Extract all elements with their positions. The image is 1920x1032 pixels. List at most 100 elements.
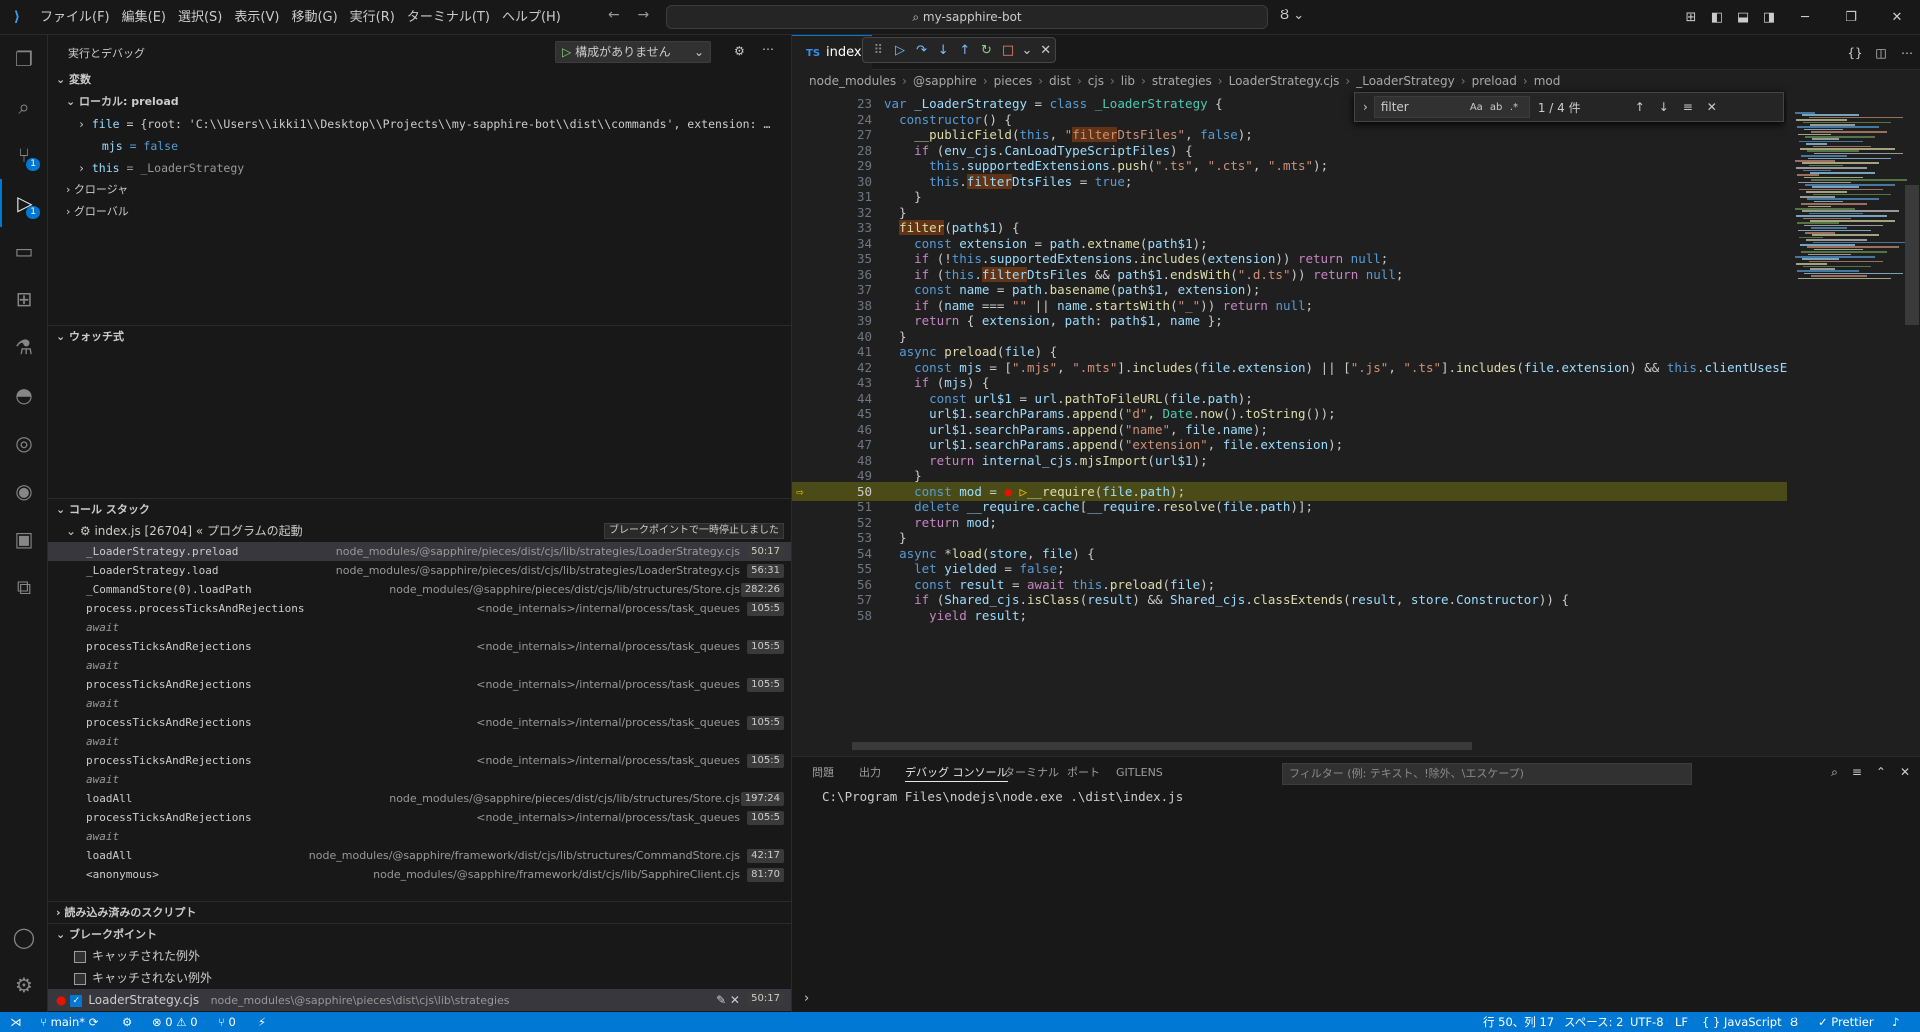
breadcrumb-item[interactable]: lib [1121,74,1135,88]
toggle-replace-chevron-icon[interactable]: › [1363,100,1368,114]
continue-icon[interactable]: ▷ [891,43,910,58]
bp-loader-strategy[interactable]: ● ✓ LoaderStrategy.cjs node_modules\@sapp… [48,989,791,1011]
language-mode[interactable]: { } JavaScript [1702,1012,1782,1032]
menu-file[interactable]: ファイル(F) [34,0,116,35]
close-toolbar-icon[interactable]: ✕ [1036,43,1055,58]
step-over-icon[interactable]: ↷ [912,43,931,58]
variables-section-header[interactable]: ⌄ 変数 [48,69,791,91]
clear-console-icon[interactable]: ≡ [1852,765,1862,780]
prettier-status[interactable]: ✓ Prettier [1818,1012,1874,1032]
breadcrumb-item[interactable]: _LoaderStrategy [1356,74,1455,88]
copilot-status-icon[interactable]: Ȣ [1790,1012,1798,1032]
minimap[interactable] [1787,92,1911,700]
breadcrumb-item[interactable]: dist [1049,74,1071,88]
gitlens-inspect-icon[interactable]: ◉ [0,467,48,515]
loaded-scripts-header[interactable]: › 読み込み済みのスクリプト [48,901,791,923]
breadcrumb-item[interactable]: cjs [1088,74,1104,88]
tab-output[interactable]: 出力 [859,765,881,781]
search-icon[interactable]: ⌕ [1831,765,1838,780]
bp-uncaught-exceptions[interactable]: キャッチされない例外 [48,967,791,989]
testing-icon[interactable]: ⚗ [0,323,48,371]
code-line[interactable]: 58 yield result; [792,606,1787,625]
stop-icon[interactable]: □ [999,43,1018,58]
breadcrumb-item[interactable]: pieces [994,74,1033,88]
search-view-icon[interactable]: ⌕ [0,83,48,131]
callstack-frame[interactable]: processTicksAndRejections <node_internals… [48,713,791,732]
debug-launch-icon[interactable]: ⚡ [258,1012,266,1032]
checkbox-checked[interactable]: ✓ [70,994,83,1007]
remote-explorer-icon[interactable]: ▭ [0,227,48,275]
customize-layout-icon[interactable]: ⊞ [1678,10,1704,25]
more-actions-icon[interactable]: ⋯ [1894,46,1920,60]
checkbox[interactable] [74,972,86,985]
chevron-down-icon[interactable]: ⌄ [1020,43,1033,58]
tab-debug-console[interactable]: デバッグ コンソール [905,765,1008,782]
tab-ports[interactable]: ポート [1067,765,1100,781]
menu-selection[interactable]: 選択(S) [172,0,228,35]
callstack-frame[interactable]: _LoaderStrategy.load node_modules/@sapphi… [48,561,791,580]
account-icon[interactable]: ◯ [0,913,48,961]
callstack-frame[interactable]: loadAll node_modules/@sapphire/framework/… [48,846,791,865]
breadcrumb-item[interactable]: preload [1472,74,1517,88]
callstack-frame[interactable]: process.processTicksAndRejections <node_i… [48,599,791,618]
gitlens-icon[interactable]: ◎ [0,419,48,467]
command-center-search[interactable]: ⌕ my-sapphire-bot [666,5,1268,29]
console-filter-input[interactable]: フィルター (例: テキスト、!除外、\エスケープ) [1282,763,1692,785]
cursor-position[interactable]: 行 50、列 17 [1483,1012,1554,1032]
var-file[interactable]: › file = {root: 'C:\\Users\\ikki1\\Deskt… [48,113,791,135]
copilot-icon[interactable]: Ȣ ⌄ [1280,8,1304,23]
back-arrow-icon[interactable]: ← [608,7,620,23]
global-scope[interactable]: › グローバル [48,201,791,223]
match-case-icon[interactable]: Aa [1470,102,1490,113]
run-config-select[interactable]: ▷ 構成がありません ⌄ [555,41,711,63]
breadcrumb-item[interactable]: node_modules [809,74,896,88]
edit-breakpoint-icon[interactable]: ✎ ✕ [716,989,740,1011]
run-debug-icon[interactable]: ▷ 1 [0,179,48,227]
menu-go[interactable]: 移動(G) [285,0,343,35]
menu-terminal[interactable]: ターミナル(T) [401,0,496,35]
local-scope[interactable]: ⌄ ローカル: preload [48,91,791,113]
callstack-thread[interactable]: ⌄ ⚙ index.js [26704] « プログラムの起動 ブレークポイントで… [48,520,791,542]
var-mjs[interactable]: mjs = false [48,135,791,157]
callstack-frame[interactable]: _LoaderStrategy.preload node_modules/@sap… [48,542,791,561]
indentation[interactable]: スペース: 2 [1564,1012,1623,1032]
debug-status-icon[interactable]: ⚙ [122,1012,132,1032]
callstack-frame[interactable]: <anonymous> node_modules/@sapphire/framew… [48,865,791,884]
var-this[interactable]: › this = _LoaderStrategy [48,157,791,179]
find-in-selection-icon[interactable]: ≡ [1676,100,1700,114]
close-window-icon[interactable]: ✕ [1874,10,1920,25]
branch-indicator[interactable]: ⑂ main* ⟳ [40,1012,98,1032]
maximize-panel-icon[interactable]: ⌃ [1876,765,1886,780]
tab-index-ts[interactable]: TS index.t [792,35,872,70]
extensions-icon[interactable]: ⊞ [0,275,48,323]
callstack-frame[interactable]: processTicksAndRejections <node_internals… [48,637,791,656]
callstack-frame[interactable]: loadAll node_modules/@sapphire/pieces/dis… [48,789,791,808]
tab-gitlens[interactable]: GITLENS [1116,765,1163,781]
step-into-icon[interactable]: ↓ [934,43,953,58]
close-panel-icon[interactable]: ✕ [1900,765,1910,780]
callstack-section-header[interactable]: ⌄ コール スタック [48,498,791,520]
tab-problems[interactable]: 問題 [812,765,834,781]
horizontal-scrollbar[interactable] [852,742,1472,750]
drag-handle-icon[interactable]: ⠿ [869,43,888,58]
ports-indicator[interactable]: ⑂ 0 [218,1012,236,1032]
line-ending[interactable]: LF [1675,1012,1688,1032]
more-actions-icon[interactable]: ⋯ [762,42,774,56]
code-view[interactable]: 23 var _LoaderStrategy = class _LoaderStr… [792,92,1920,700]
timeline-icon[interactable]: ⧉ [0,563,48,611]
source-control-icon[interactable]: ⑂ 1 [0,131,48,179]
restore-icon[interactable]: ❐ [1828,10,1874,25]
match-word-icon[interactable]: ab [1490,102,1510,113]
menu-help[interactable]: ヘルプ(H) [496,0,567,35]
breadcrumb-item[interactable]: strategies [1152,74,1212,88]
menu-run[interactable]: 実行(R) [344,0,401,35]
checkbox[interactable] [74,950,86,963]
remote-icon[interactable]: ⋊ [10,1012,22,1032]
regex-icon[interactable]: .* [1510,102,1530,113]
restart-icon[interactable]: ↻ [977,43,996,58]
notifications-bell-icon[interactable]: ♪ [1892,1012,1899,1032]
manage-gear-icon[interactable]: ⚙ [0,961,48,1009]
start-debug-icon[interactable]: ▷ [562,45,571,59]
breakpoints-header[interactable]: ⌄ ブレークポイント [48,923,791,945]
breadcrumb-item[interactable]: mod [1534,74,1561,88]
